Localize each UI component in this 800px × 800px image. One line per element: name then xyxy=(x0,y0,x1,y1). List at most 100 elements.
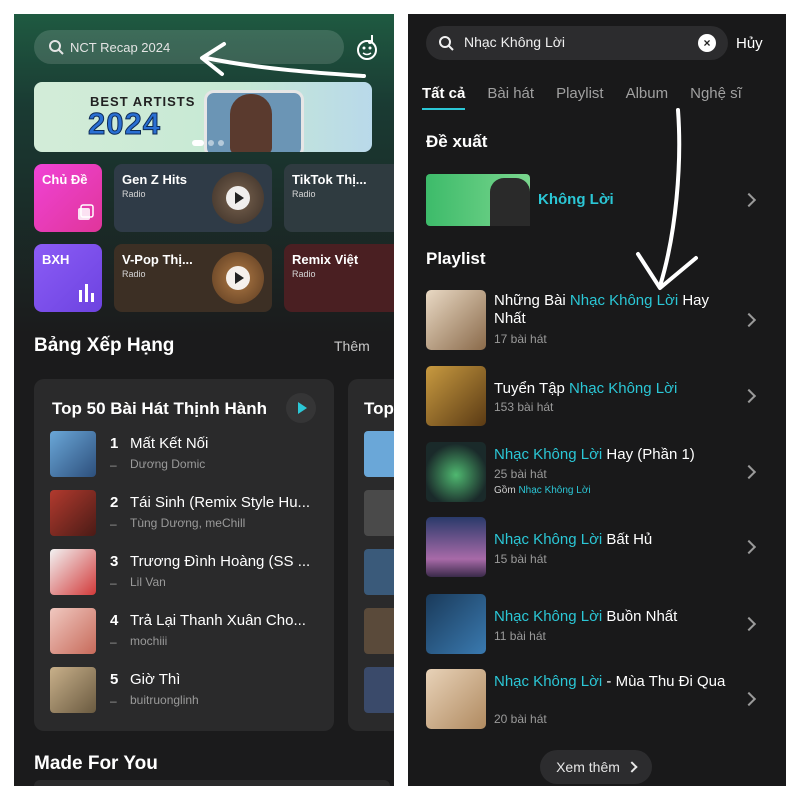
title-part: - Mùa Thu Đi Qua xyxy=(602,673,726,690)
search-icon xyxy=(49,40,64,55)
playlist-count: 20 bài hát xyxy=(494,712,547,726)
cancel-button[interactable]: Hủy xyxy=(736,35,763,52)
tab-songs[interactable]: Bài hát xyxy=(487,85,534,102)
playlist-includes: Gồm Nhạc Không Lời xyxy=(494,485,591,496)
song-row[interactable]: 2 Tái Sinh (Remix Style Hu... – Tùng Dươ… xyxy=(50,490,330,540)
title-highlight: Nhạc Không Lời xyxy=(494,531,603,548)
tile-title: Chủ Đề xyxy=(42,172,88,187)
tab-playlist[interactable]: Playlist xyxy=(556,85,604,102)
playlist-thumbnail xyxy=(426,442,486,502)
suggest-row[interactable]: Không Lời xyxy=(426,174,776,228)
tile-title: TikTok Thị... xyxy=(292,172,367,187)
song-row[interactable]: 1 Mất Kết Nối – Dương Domic xyxy=(50,431,330,481)
chart-section-title: Bảng Xếp Hạng xyxy=(34,335,175,356)
title-highlight: Nhạc Không Lời xyxy=(494,446,603,463)
song-thumbnail xyxy=(50,608,96,654)
search-value: Nhạc Không Lời xyxy=(464,34,566,50)
tile-topics[interactable]: Chủ Đề xyxy=(34,164,102,232)
song-name: Mất Kết Nối xyxy=(130,435,209,452)
playlist-count: 15 bài hát xyxy=(494,552,547,566)
playlist-title: Nhạc Không Lời - Mùa Thu Đi Qua xyxy=(494,673,739,691)
song-name: Trương Đình Hoàng (SS ... xyxy=(130,553,311,570)
made-for-you-strip xyxy=(34,780,390,786)
made-for-you-title: Made For You xyxy=(34,753,158,774)
song-artist: Lil Van xyxy=(130,575,166,589)
tile-radio-remix[interactable]: Remix Việt Radio xyxy=(284,244,394,312)
tile-chart[interactable]: BXH xyxy=(34,244,102,312)
song-thumbnail xyxy=(50,431,96,477)
playlist-section-title: Playlist xyxy=(426,249,486,268)
playlist-count: 25 bài hát xyxy=(494,467,547,481)
playlist-thumbnail xyxy=(426,594,486,654)
chevron-right-icon xyxy=(741,691,757,707)
search-input[interactable]: Nhạc Không Lời × xyxy=(426,26,728,60)
tile-radio-vpop[interactable]: V-Pop Thị... Radio xyxy=(114,244,272,312)
tile-title: Gen Z Hits xyxy=(122,172,188,187)
song-rank: 2 xyxy=(110,494,119,511)
tab-all[interactable]: Tất cả xyxy=(422,85,466,110)
title-part: Buồn Nhất xyxy=(602,608,678,625)
tile-title: Remix Việt xyxy=(292,252,359,267)
home-screen: NCT Recap 2024 BEST ARTISTS 2024 Chủ Đề … xyxy=(14,14,394,786)
song-thumbnail xyxy=(50,490,96,536)
playlist-row[interactable]: Tuyển Tập Nhạc Không Lời 153 bài hát xyxy=(426,366,776,428)
result-tabs: Tất cả Bài hát Playlist Album Nghệ sĩ xyxy=(422,85,742,110)
song-dash: – xyxy=(110,517,117,531)
title-part: Bất Hủ xyxy=(602,531,653,548)
playlist-thumbnail xyxy=(426,669,486,729)
song-dash: – xyxy=(110,635,117,649)
song-artist: Tùng Dương, meChill xyxy=(130,516,246,530)
search-placeholder: NCT Recap 2024 xyxy=(70,39,171,55)
playlist-row[interactable]: Nhạc Không Lời Bất Hủ 15 bài hát xyxy=(426,517,776,579)
song-name: Tái Sinh (Remix Style Hu... xyxy=(130,494,311,511)
play-icon[interactable] xyxy=(226,266,250,290)
carousel-dots xyxy=(192,140,224,146)
title-highlight: Nhạc Không Lời xyxy=(569,380,678,397)
clear-icon[interactable]: × xyxy=(698,34,716,52)
second-chart-card[interactable]: Top xyxy=(348,379,394,731)
song-name: Trả Lại Thanh Xuân Cho... xyxy=(130,612,306,629)
playlist-count: 17 bài hát xyxy=(494,332,547,346)
song-row[interactable]: 3 Trương Đình Hoàng (SS ... – Lil Van xyxy=(50,549,330,599)
play-icon[interactable] xyxy=(226,186,250,210)
tile-subtitle: Radio xyxy=(122,189,146,199)
song-row[interactable]: 4 Trả Lại Thanh Xuân Cho... – mochiii xyxy=(50,608,330,658)
playlist-row[interactable]: Nhạc Không Lời Hay (Phần 1) 25 bài hát G… xyxy=(426,442,776,504)
suggest-name: Không Lời xyxy=(538,191,614,208)
banner-line2: 2024 xyxy=(88,106,161,142)
tile-radio-genz[interactable]: Gen Z Hits Radio xyxy=(114,164,272,232)
song-thumbnail xyxy=(50,667,96,713)
song-rank: 5 xyxy=(110,671,119,688)
song-row[interactable]: 5 Giờ Thì – buitruonglinh xyxy=(50,667,330,717)
chevron-right-icon xyxy=(741,388,757,404)
chevron-right-icon xyxy=(741,312,757,328)
song-thumbnail xyxy=(364,667,394,713)
see-more-label: Xem thêm xyxy=(556,759,620,775)
chart-more-link[interactable]: Thêm xyxy=(334,338,370,354)
playlist-row[interactable]: Những Bài Nhạc Không Lời Hay Nhất 17 bài… xyxy=(426,290,776,352)
song-rank: 1 xyxy=(110,435,119,452)
song-rank: 4 xyxy=(110,612,119,629)
playlist-thumbnail xyxy=(426,517,486,577)
playlist-row[interactable]: Nhạc Không Lời Buồn Nhất 11 bài hát xyxy=(426,594,776,656)
annotation-arrow-right xyxy=(636,108,698,290)
card-title: Top xyxy=(364,399,394,418)
banner-artist-photo xyxy=(230,94,272,152)
search-results-screen: Nhạc Không Lời × Hủy Tất cả Bài hát Play… xyxy=(408,14,786,786)
top50-card[interactable]: Top 50 Bài Hát Thịnh Hành 1 Mất Kết Nối … xyxy=(34,379,334,731)
title-highlight: Nhạc Không Lời xyxy=(494,608,603,625)
song-thumbnail xyxy=(364,431,394,477)
see-more-button[interactable]: Xem thêm xyxy=(540,750,652,784)
tab-artists[interactable]: Nghệ sĩ xyxy=(690,85,742,102)
music-album-icon xyxy=(78,204,94,220)
playlist-count: 153 bài hát xyxy=(494,400,554,414)
playlist-count: 11 bài hát xyxy=(494,629,546,643)
tab-album[interactable]: Album xyxy=(626,85,669,102)
song-artist: Dương Domic xyxy=(130,457,206,471)
tile-radio-tiktok[interactable]: TikTok Thị... Radio xyxy=(284,164,394,232)
song-artist: buitruonglinh xyxy=(130,693,199,707)
play-icon xyxy=(298,402,307,414)
play-all-button[interactable] xyxy=(286,393,316,423)
song-dash: – xyxy=(110,694,117,708)
playlist-row[interactable]: Nhạc Không Lời - Mùa Thu Đi Qua 20 bài h… xyxy=(426,669,776,731)
